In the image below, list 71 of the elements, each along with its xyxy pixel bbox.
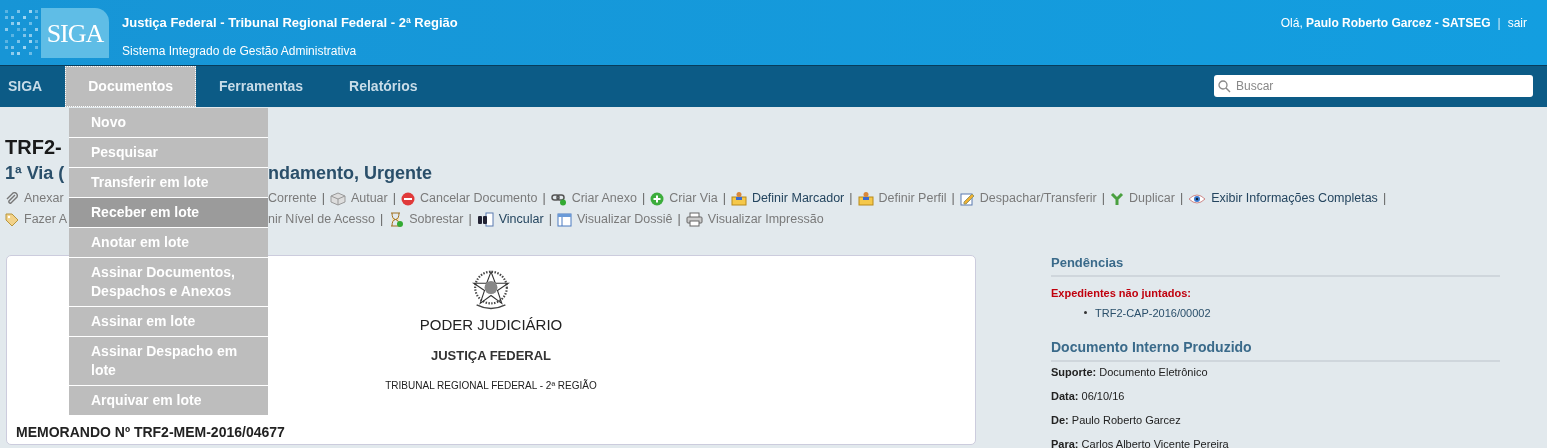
separator-text: |	[468, 211, 472, 229]
document-header-line: JUSTIÇA FEDERAL	[430, 346, 552, 365]
menu-item[interactable]: Pesquisar	[69, 138, 268, 167]
printer-icon	[685, 212, 703, 227]
separator-text: |	[380, 211, 384, 229]
separator-text: |	[321, 190, 325, 208]
fork-icon	[1110, 191, 1125, 206]
search-icon	[1218, 79, 1231, 93]
separator-text: |	[392, 190, 396, 208]
menu-item[interactable]: Novo	[69, 108, 268, 137]
search-field[interactable]: Buscar	[1214, 75, 1533, 97]
info-field: Suporte: Documento Eletrônico	[1051, 365, 1500, 379]
menu-item[interactable]: Receber em lote	[69, 198, 268, 227]
separator-text: |	[951, 190, 955, 208]
bullet-icon	[1084, 311, 1087, 315]
document-header-line: PODER JUDICIÁRIO	[419, 315, 563, 335]
greeting-text: Olá, Paulo Roberto Garcez - SATSEG	[1280, 15, 1491, 32]
separator-text: |	[542, 190, 546, 208]
info-field: Data: 06/10/16	[1051, 389, 1500, 403]
site-title: Justiça Federal - Tribunal Regional Federal - 2ª Região	[122, 14, 458, 32]
tag-icon	[5, 212, 19, 227]
separator-text: |	[641, 190, 646, 208]
add-icon	[650, 191, 665, 206]
chain-link-icon	[550, 191, 567, 206]
menu-item[interactable]: Anotar em lote	[69, 228, 268, 257]
paperclip-icon	[5, 191, 19, 206]
action-link[interactable]: Definir Marcador	[730, 189, 845, 208]
menu-item[interactable]: Assinar em lote	[69, 307, 268, 336]
separator-text: |	[1382, 190, 1387, 208]
separator-text: |	[548, 211, 552, 229]
search-input[interactable]: Buscar	[1236, 77, 1529, 95]
edit-icon	[959, 191, 975, 206]
section-heading: Documento Interno Produzido	[1051, 335, 1500, 362]
document-subtitle: ndamento, Urgente	[268, 162, 432, 185]
nav-tab[interactable]: Ferramentas	[196, 66, 327, 107]
document-subtitle: 1ª Via (	[5, 163, 65, 183]
separator-text: |	[1101, 190, 1106, 208]
cancel-icon	[401, 191, 415, 206]
memo-number: MEMORANDO Nº TRF2-MEM-2016/04677	[16, 424, 285, 440]
nav-tab[interactable]: SIGA	[0, 66, 51, 107]
menu-item[interactable]: Assinar Documentos, Despachos e Anexos	[69, 258, 268, 306]
separator-text: |	[722, 190, 726, 208]
site-subtitle: Sistema Integrado de Gestão Administrativa	[122, 42, 358, 60]
action-link[interactable]: Exibir Informações Completas	[1188, 189, 1378, 208]
logo-badge: SIGA	[41, 8, 109, 58]
dot-grid-icon	[5, 8, 41, 58]
section-heading: Pendências	[1051, 250, 1500, 277]
logout-link[interactable]: sair	[1507, 14, 1527, 32]
window-icon	[556, 212, 572, 227]
menu-item[interactable]: Arquivar em lote	[69, 386, 268, 415]
nav-tab[interactable]: Documentos	[65, 66, 197, 107]
nav-tab[interactable]: Relatórios	[326, 66, 441, 107]
cube-icon	[329, 191, 346, 206]
info-field: De: Paulo Roberto Garcez	[1051, 413, 1500, 427]
separator-text: |	[849, 190, 853, 208]
info-field: Para: Carlos Alberto Vicente Pereira	[1051, 437, 1500, 448]
document-heading: TRF2-	[5, 135, 62, 159]
menu-item[interactable]: Transferir em lote	[69, 168, 268, 197]
separator-text: |	[1497, 15, 1501, 32]
pending-label: Expedientes não juntados:	[1051, 286, 1192, 301]
separator-text: |	[1179, 190, 1184, 208]
hourglass-icon	[388, 211, 405, 228]
folder-user-icon	[730, 191, 747, 206]
separator-text: |	[677, 211, 681, 229]
menu-item[interactable]: Assinar Despacho em lote	[69, 337, 268, 385]
document-link[interactable]: TRF2-CAP-2016/00002	[1095, 304, 1211, 321]
action-link[interactable]: Vincular	[476, 210, 544, 229]
eye-icon	[1188, 192, 1207, 205]
document-header-line: TRIBUNAL REGIONAL FEDERAL - 2ª REGIÃO	[385, 378, 597, 393]
folder-user-icon	[857, 191, 874, 206]
binoculars-icon	[476, 212, 494, 227]
